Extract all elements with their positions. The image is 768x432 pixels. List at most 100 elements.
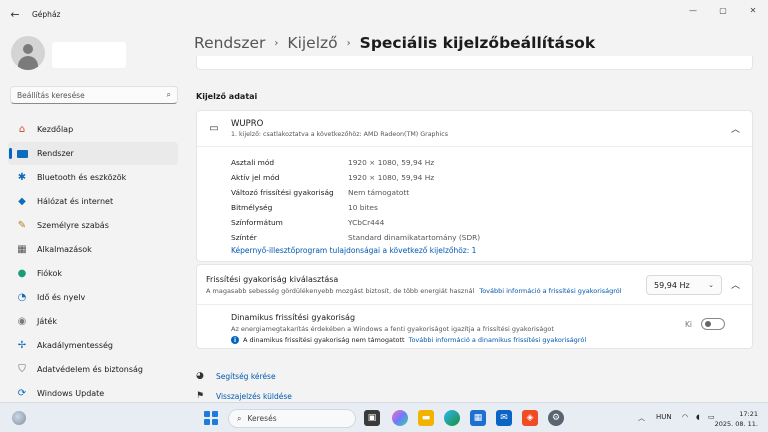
refresh-rate-header: Frissítési gyakoriság kiválasztása A mag… xyxy=(197,265,752,305)
display-info-header[interactable]: ▭ WUPRO 1. kijelző: csatlakoztatva a köv… xyxy=(197,111,752,147)
taskbar-search-label: Keresés xyxy=(247,414,277,423)
sidebar-item-accounts[interactable]: ● Fiókok xyxy=(8,262,178,285)
help-chat-icon: ◕ xyxy=(196,371,204,381)
refresh-rate-selected: 59,94 Hz xyxy=(654,280,690,290)
title-bar: ← Gépház — ▢ ✕ xyxy=(0,0,768,28)
dynamic-refresh-note: i A dinamikus frissítési gyakoriság nem … xyxy=(231,336,752,344)
chevron-right-icon: › xyxy=(274,37,279,49)
avatar-body-icon xyxy=(18,56,38,70)
file-explorer-icon[interactable]: ▬ xyxy=(418,410,434,426)
breadcrumb-system[interactable]: Rendszer xyxy=(194,34,265,52)
sidebar-item-privacy[interactable]: ⛉ Adatvédelem és biztonság xyxy=(8,358,178,381)
sidebar-item-time-language[interactable]: ◔ Idő és nyelv xyxy=(8,286,178,309)
dynamic-refresh-row: Dinamikus frissítési gyakoriság Az energ… xyxy=(197,305,752,349)
account-icon: ● xyxy=(17,267,27,279)
refresh-rate-desc-text: A magasabb sebesség gördülékenyebb mozgá… xyxy=(206,286,475,295)
outlook-icon[interactable]: ✉ xyxy=(496,410,512,426)
wifi-icon[interactable]: ◠ xyxy=(682,413,688,421)
property-row: Asztali mód 1920 × 1080, 59,94 Hz xyxy=(231,155,752,170)
search-icon: ⌕ xyxy=(237,413,242,423)
sidebar-item-gaming[interactable]: ◉ Játék xyxy=(8,310,178,333)
sidebar-item-accessibility[interactable]: ✢ Akadálymentesség xyxy=(8,334,178,357)
property-key: Aktív jel mód xyxy=(231,173,280,182)
property-value: Nem támogatott xyxy=(348,188,410,197)
maximize-button[interactable]: ▢ xyxy=(708,0,738,20)
refresh-rate-title: Frissítési gyakoriság kiválasztása xyxy=(206,274,339,284)
breadcrumb: Rendszer › Kijelző › Speciális kijelzőbe… xyxy=(194,34,595,52)
weather-widget-icon[interactable] xyxy=(12,411,26,425)
sidebar-item-personalization[interactable]: ✎ Személyre szabás xyxy=(8,214,178,237)
bluetooth-icon: ✱ xyxy=(17,171,27,183)
task-view-icon[interactable]: ▣ xyxy=(364,410,380,426)
copilot-icon[interactable] xyxy=(392,410,408,426)
property-value: YCbCr444 xyxy=(348,218,385,227)
input-language[interactable]: HUN xyxy=(656,413,672,421)
property-key: Színformátum xyxy=(231,218,283,227)
adapter-properties-link[interactable]: Képernyő-illesztőprogram tulajdonságai a… xyxy=(231,246,752,255)
sidebar-item-label: Windows Update xyxy=(37,389,105,398)
chevron-up-icon[interactable]: ︿ xyxy=(731,278,740,291)
avatar[interactable] xyxy=(11,36,45,70)
settings-search-input[interactable] xyxy=(17,90,167,100)
back-button[interactable]: ← xyxy=(4,3,26,25)
sidebar-item-home[interactable]: ⌂ Kezdőlap xyxy=(8,118,178,141)
search-icon[interactable]: ⌕ xyxy=(167,90,171,100)
app-title: Gépház xyxy=(32,9,61,19)
profile-name-card[interactable] xyxy=(52,42,126,68)
dynamic-refresh-more-link[interactable]: További információ a dinamikus frissítés… xyxy=(409,336,587,344)
property-row: Színtér Standard dinamikatartomány (SDR) xyxy=(231,230,752,245)
volume-icon[interactable]: ◖ xyxy=(696,413,700,421)
store-icon[interactable]: ▦ xyxy=(470,410,486,426)
sidebar-item-label: Játék xyxy=(37,317,57,326)
refresh-rate-dropdown[interactable]: 59,94 Hz ⌄ xyxy=(646,275,722,295)
property-value: Standard dinamikatartomány (SDR) xyxy=(348,233,481,242)
taskbar-search-box[interactable]: ⌕ Keresés xyxy=(228,409,356,428)
tray-chevron-up-icon[interactable]: ︿ xyxy=(638,413,645,423)
chevron-down-icon: ⌄ xyxy=(708,281,714,289)
minimize-button[interactable]: — xyxy=(678,0,708,20)
property-key: Asztali mód xyxy=(231,158,275,167)
refresh-rate-more-link[interactable]: További információ a frissítési gyakoris… xyxy=(479,287,621,295)
dynamic-refresh-toggle[interactable] xyxy=(701,318,725,330)
edge-icon[interactable] xyxy=(444,410,460,426)
system-icon xyxy=(16,148,28,160)
get-help-row[interactable]: ◕ Segítség kérése xyxy=(196,371,276,381)
property-row: Színformátum YCbCr444 xyxy=(231,215,752,230)
sidebar-item-label: Személyre szabás xyxy=(37,221,109,230)
sidebar-item-bluetooth[interactable]: ✱ Bluetooth és eszközök xyxy=(8,166,178,189)
property-key: Színtér xyxy=(231,233,257,242)
chevron-up-icon[interactable]: ︿ xyxy=(731,122,740,135)
brush-icon: ✎ xyxy=(17,219,27,231)
sidebar-item-network[interactable]: ◆ Hálózat és internet xyxy=(8,190,178,213)
avatar-head-icon xyxy=(23,44,33,54)
start-button[interactable] xyxy=(204,411,218,425)
settings-gear-icon[interactable]: ⚙ xyxy=(548,410,564,426)
property-row: Változó frissítési gyakoriság Nem támoga… xyxy=(231,185,752,200)
property-key: Bitmélység xyxy=(231,203,273,212)
sidebar-item-apps[interactable]: ▦ Alkalmazások xyxy=(8,238,178,261)
settings-search-box[interactable]: ⌕ xyxy=(10,86,178,104)
sidebar-item-system[interactable]: Rendszer xyxy=(8,142,178,165)
sidebar-item-label: Fiókok xyxy=(37,269,63,278)
home-icon: ⌂ xyxy=(18,123,26,135)
back-arrow-icon: ← xyxy=(10,7,20,21)
clock-time: 17:21 xyxy=(739,410,758,418)
toggle-state-label: Ki xyxy=(684,320,692,329)
info-icon: i xyxy=(231,336,239,344)
apps-icon: ▦ xyxy=(17,243,27,255)
sidebar-item-label: Hálózat és internet xyxy=(37,197,114,206)
shield-icon: ⛉ xyxy=(18,363,26,375)
get-help-link[interactable]: Segítség kérése xyxy=(216,372,276,381)
breadcrumb-display[interactable]: Kijelző xyxy=(287,34,337,52)
close-button[interactable]: ✕ xyxy=(738,0,768,20)
display-name: WUPRO xyxy=(231,119,264,129)
toggle-knob xyxy=(705,321,711,327)
property-row: Bitmélység 10 bites xyxy=(231,200,752,215)
clock[interactable]: 17:21 2025. 08. 11. xyxy=(715,409,758,429)
sidebar-item-label: Idő és nyelv xyxy=(37,293,86,302)
feedback-link[interactable]: Visszajelzés küldése xyxy=(216,392,292,401)
feedback-row[interactable]: ⚑ Visszajelzés küldése xyxy=(196,391,292,401)
accessibility-icon: ✢ xyxy=(17,339,27,351)
sidebar-item-label: Akadálymentesség xyxy=(37,341,113,350)
brave-icon[interactable]: ◈ xyxy=(522,410,538,426)
